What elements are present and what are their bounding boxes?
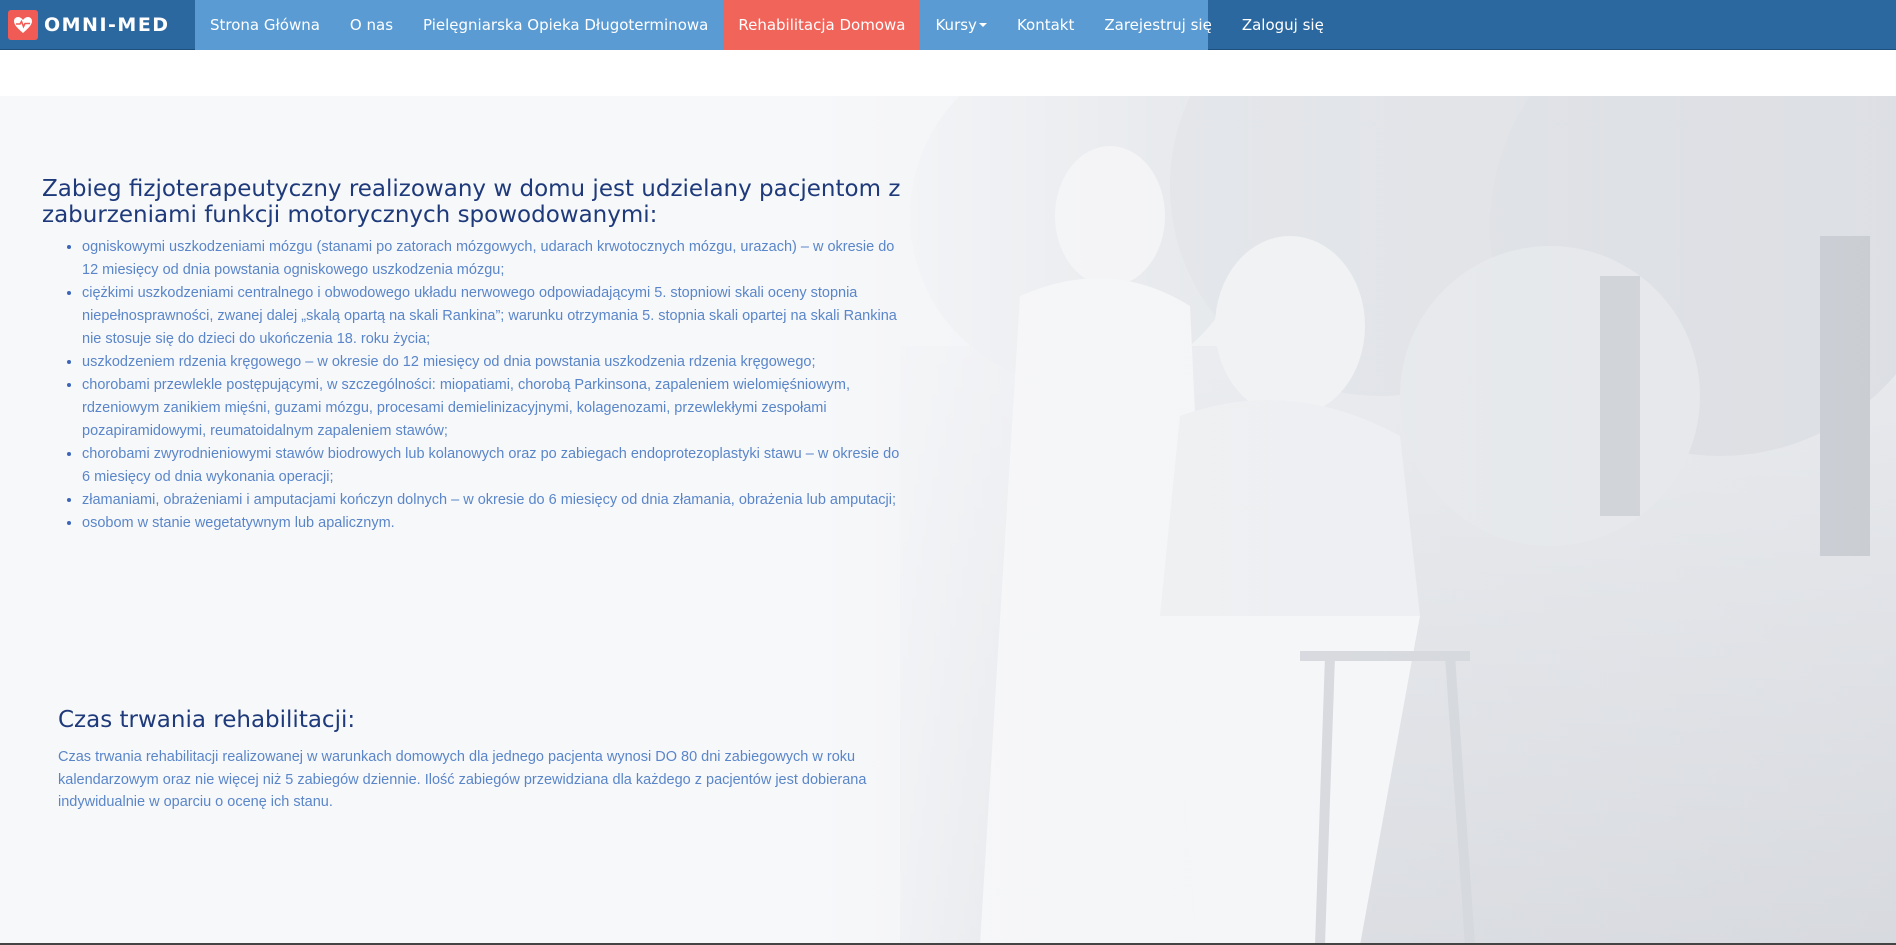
list-item: uszkodzeniem rdzenia kręgowego – w okres… <box>82 351 902 374</box>
list-item: chorobami przewlekle postępującymi, w sz… <box>82 374 902 443</box>
nav-item-strona-glowna[interactable]: Strona Główna <box>195 0 335 50</box>
list-item: chorobami zwyrodnieniowymi stawów biodro… <box>82 443 902 489</box>
duration-block: Czas trwania rehabilitacji: Czas trwania… <box>58 706 908 814</box>
brand-name: OMNI-MED <box>44 14 170 36</box>
list-item: osobom w stanie wegetatywnym lub apalicz… <box>82 512 902 535</box>
nav-item-rehabilitacja-domowa[interactable]: Rehabilitacja Domowa <box>723 0 921 50</box>
nav-item-zaloguj[interactable]: Zaloguj się <box>1227 0 1339 50</box>
nav-item-kursy-label: Kursy <box>935 16 977 34</box>
top-navbar: OMNI-MED Strona Główna O nas Pielęgniars… <box>0 0 1896 50</box>
nav-item-kursy[interactable]: Kursy <box>920 0 1001 50</box>
nav-item-kontakt[interactable]: Kontakt <box>1002 0 1089 50</box>
list-item: złamaniami, obrażeniami i amputacjami ko… <box>82 489 902 512</box>
nav-item-opieka-dlugoterminowa[interactable]: Pielęgniarska Opieka Długoterminowa <box>408 0 723 50</box>
nav-item-zarejestruj[interactable]: Zarejestruj się <box>1089 0 1226 50</box>
conditions-block: Zabieg fizjoterapeutyczny realizowany w … <box>42 176 902 535</box>
conditions-heading: Zabieg fizjoterapeutyczny realizowany w … <box>42 176 901 228</box>
brand-logo-link[interactable]: OMNI-MED <box>0 0 194 50</box>
list-item: ogniskowymi uszkodzeniami mózgu (stanami… <box>82 236 902 282</box>
chevron-down-icon <box>978 23 987 27</box>
list-item: ciężkimi uszkodzeniami centralnego i obw… <box>82 282 902 351</box>
heart-pulse-icon <box>8 10 38 40</box>
nav-item-o-nas[interactable]: O nas <box>335 0 408 50</box>
duration-heading: Czas trwania rehabilitacji: <box>58 707 356 733</box>
main-menu: Strona Główna O nas Pielęgniarska Opieka… <box>195 0 1324 50</box>
hero-section: Zabieg fizjoterapeutyczny realizowany w … <box>0 96 1896 945</box>
duration-text: Czas trwania rehabilitacji realizowanej … <box>58 749 867 810</box>
conditions-list: ogniskowymi uszkodzeniami mózgu (stanami… <box>42 236 902 535</box>
